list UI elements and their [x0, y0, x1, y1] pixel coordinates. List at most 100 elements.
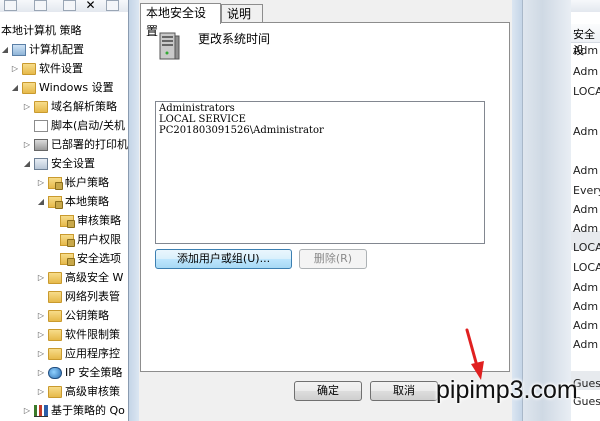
collapse-icon[interactable]: ◢: [0, 40, 10, 59]
tree-item-label: 用户权限: [77, 233, 121, 246]
folder-icon: [48, 348, 62, 360]
tree-item-label: 高级安全 W: [65, 271, 124, 284]
detail-cell[interactable]: Adm: [573, 62, 598, 81]
tree-item-label: 基于策略的 Qo: [51, 404, 125, 417]
detail-cell[interactable]: Adm: [573, 316, 598, 335]
ok-button[interactable]: 确定: [294, 381, 362, 401]
back-icon[interactable]: [4, 0, 17, 11]
tree-item-scripts[interactable]: 脚本(启动/关机: [22, 116, 125, 135]
globe-icon: [48, 367, 62, 379]
tree-item-local-policies[interactable]: ◢ 本地策略: [36, 192, 109, 211]
tree-item-label: 公钥策略: [65, 309, 109, 322]
expand-icon[interactable]: ▷: [36, 325, 46, 344]
tree-root-label: 本地计算机 策略: [1, 24, 82, 37]
expand-icon[interactable]: ▷: [36, 268, 46, 287]
console-tree: 本地计算机 策略 ◢ 计算机配置 ▷ 软件设置 ◢ Windows 设置 ▷ 域名解析策…: [0, 12, 135, 421]
tree-item-label: 软件限制策: [65, 328, 120, 341]
remove-button[interactable]: 删除(R): [299, 249, 367, 269]
tree-item-printers[interactable]: ▷ 已部署的打印机: [22, 135, 128, 154]
expand-icon[interactable]: ▷: [36, 382, 46, 401]
principal-list[interactable]: Administrators LOCAL SERVICE PC201803091…: [155, 101, 485, 244]
folder-lock-icon: [48, 177, 63, 190]
expand-icon[interactable]: ▷: [36, 306, 46, 325]
principal-item[interactable]: Administrators: [159, 103, 481, 114]
tab-explain[interactable]: 说明: [221, 4, 263, 23]
tree-item-label: 计算机配置: [29, 43, 84, 56]
tree-item-account-policies[interactable]: ▷ 帐户策略: [36, 173, 109, 192]
principal-item[interactable]: LOCAL SERVICE: [159, 114, 481, 125]
detail-cell[interactable]: Adm: [573, 278, 598, 297]
expand-icon[interactable]: ▷: [22, 135, 32, 154]
tree-item-audit-policy[interactable]: 审核策略: [58, 211, 121, 230]
tree-item-software-restriction[interactable]: ▷ 软件限制策: [36, 325, 120, 344]
expand-icon[interactable]: ▷: [10, 59, 20, 78]
collapse-icon[interactable]: ◢: [10, 78, 20, 97]
folder-icon: [34, 101, 48, 113]
expand-icon[interactable]: ▷: [36, 344, 46, 363]
details-column: Adm Adm LOCA Adm Adm Every Adm Adm LOCA …: [570, 12, 600, 421]
folder-icon: [48, 291, 62, 303]
tree-root[interactable]: 本地计算机 策略: [1, 21, 82, 40]
tree-item-computer-config[interactable]: ◢ 计算机配置: [0, 40, 84, 59]
tree-item-label: 本地策略: [65, 195, 109, 208]
expand-icon[interactable]: ▷: [36, 363, 46, 382]
tree-item-app-control[interactable]: ▷ 应用程序控: [36, 344, 120, 363]
detail-cell[interactable]: LOCA: [573, 82, 600, 101]
folder-lock-icon: [60, 215, 75, 228]
detail-cell[interactable]: Adm: [573, 200, 598, 219]
properties-icon[interactable]: [63, 0, 76, 11]
detail-cell[interactable]: Adm: [573, 219, 598, 238]
column-header[interactable]: 安全设: [570, 24, 600, 57]
folder-icon: [22, 82, 36, 94]
folder-icon: [48, 272, 62, 284]
detail-cell[interactable]: LOCA: [573, 238, 600, 257]
tree-item-label: 审核策略: [77, 214, 121, 227]
tree-item-label: Windows 设置: [39, 81, 114, 94]
detail-cell[interactable]: Adm: [573, 161, 598, 180]
watermark: pipimp3.com: [436, 376, 578, 404]
detail-cell[interactable]: LOCA: [573, 258, 600, 277]
detail-cell[interactable]: Adm: [573, 122, 598, 141]
tree-item-advanced-audit[interactable]: ▷ 高级审核策: [36, 382, 120, 401]
tree-item-security-options[interactable]: 安全选项: [58, 249, 121, 268]
principal-item[interactable]: PC201803091526\Administrator: [159, 125, 481, 136]
policy-title: 更改系统时间: [198, 32, 271, 46]
detail-cell[interactable]: Every: [573, 181, 600, 200]
edit-icon[interactable]: [34, 0, 47, 11]
tree-item-public-key[interactable]: ▷ 公钥策略: [36, 306, 109, 325]
collapse-icon[interactable]: ◢: [36, 192, 46, 211]
tree-item-user-rights[interactable]: 用户权限: [58, 230, 121, 249]
tab-local-security-setting[interactable]: 本地安全设置: [140, 3, 221, 38]
delete-icon[interactable]: ✕: [84, 0, 97, 11]
tree-item-network-list[interactable]: 网络列表管: [46, 287, 120, 306]
folder-icon: [22, 63, 36, 75]
detail-cell[interactable]: Adm: [573, 297, 598, 316]
tree-item-qos[interactable]: ▷ 基于策略的 Qo: [22, 401, 125, 420]
tree-item-label: 应用程序控: [65, 347, 120, 360]
detail-cell[interactable]: Adm: [573, 335, 598, 354]
dialog-tabs: 本地安全设置 说明: [140, 3, 510, 38]
tree-item-name-resolution[interactable]: ▷ 域名解析策略: [22, 97, 117, 116]
tree-item-software-settings[interactable]: ▷ 软件设置: [10, 59, 83, 78]
tree-item-label: 安全选项: [77, 252, 121, 265]
tree-item-label: IP 安全策略: [65, 366, 123, 379]
tree-item-ip-security[interactable]: ▷ IP 安全策略: [36, 363, 122, 382]
tree-item-security-settings[interactable]: ◢ 安全设置: [22, 154, 95, 173]
folder-lock-icon: [60, 253, 75, 266]
tree-item-windows-settings[interactable]: ◢ Windows 设置: [10, 78, 114, 97]
copy-icon[interactable]: [106, 0, 119, 11]
expand-icon[interactable]: ▷: [36, 173, 46, 192]
chart-icon: [34, 405, 48, 417]
collapse-icon[interactable]: ◢: [22, 154, 32, 173]
expand-icon[interactable]: ▷: [22, 97, 32, 116]
expand-icon[interactable]: ▷: [22, 401, 32, 420]
add-user-or-group-button[interactable]: 添加用户或组(U)...: [155, 249, 292, 269]
tree-item-label: 已部署的打印机: [51, 138, 128, 151]
folder-icon: [48, 329, 62, 341]
dialog-frame-left: [129, 0, 139, 421]
cancel-button[interactable]: 取消: [370, 381, 438, 401]
column-header-label: 安全设: [573, 28, 595, 57]
tree-item-label: 网络列表管: [65, 290, 120, 303]
folder-icon: [48, 310, 62, 322]
tree-item-advanced-firewall[interactable]: ▷ 高级安全 W: [36, 268, 123, 287]
